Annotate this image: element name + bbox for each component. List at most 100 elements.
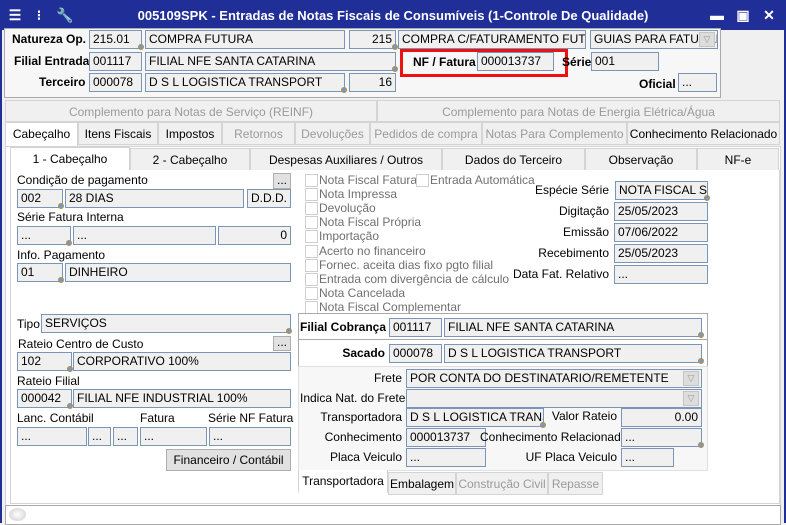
nf-fatura-field[interactable]: 000013737: [477, 52, 554, 71]
lanc-contabil-field-3[interactable]: ...: [113, 427, 138, 446]
emissao-field[interactable]: 07/06/2022: [614, 223, 708, 242]
tab-notas-complemento[interactable]: Notas Para Complemento: [482, 122, 627, 145]
filial-desc-field[interactable]: FILIAL NFE SANTA CATARINA: [145, 52, 396, 71]
lookup-icon[interactable]: [58, 277, 64, 283]
terceiro-num-field[interactable]: 16: [349, 73, 396, 92]
checkbox[interactable]: [305, 300, 318, 314]
tab-itens-fiscais[interactable]: Itens Fiscais: [78, 122, 158, 145]
conhecimento-relacionado-field[interactable]: ...: [621, 428, 702, 447]
checkbox[interactable]: [305, 286, 318, 300]
checkbox[interactable]: [305, 202, 318, 216]
tipo-field[interactable]: SERVIÇOS: [41, 314, 291, 333]
recebimento-field[interactable]: 25/05/2023: [614, 244, 708, 263]
tab-transportadora[interactable]: Transportadora: [298, 470, 388, 493]
checkbox[interactable]: [305, 230, 318, 244]
serie-fatura-num-field[interactable]: 0: [218, 226, 291, 245]
lookup-icon[interactable]: [138, 44, 144, 50]
info-pagamento-code-field[interactable]: 01: [17, 263, 63, 282]
uf-placa-field[interactable]: ...: [621, 448, 674, 467]
chevron-down-icon[interactable]: ▽: [683, 391, 699, 406]
natureza-combo[interactable]: GUIAS PARA FATURAI ▽: [590, 30, 718, 49]
filial-code-field[interactable]: 001117: [89, 52, 142, 71]
transportadora-field[interactable]: D S L LOGISTICA TRANSPOI: [406, 408, 544, 427]
lookup-icon[interactable]: [704, 195, 710, 201]
filial-cobranca-code-field[interactable]: 001117: [389, 318, 442, 337]
rateio-cc-button[interactable]: ...: [273, 336, 291, 351]
info-pagamento-label: Info. Pagamento: [17, 248, 106, 262]
tab-impostos[interactable]: Impostos: [158, 122, 222, 145]
chevron-down-icon[interactable]: ▽: [683, 371, 699, 386]
condicao-lookup-button[interactable]: ...: [273, 173, 291, 189]
entrada-automatica-checkbox[interactable]: [416, 174, 429, 187]
natureza-num-field[interactable]: 215: [349, 30, 396, 49]
lookup-icon[interactable]: [392, 66, 398, 72]
tab-retornos[interactable]: Retornos: [222, 122, 295, 145]
close-icon[interactable]: ✕: [760, 6, 778, 24]
natureza-desc2-field[interactable]: COMPRA C/FATURAMENTO FUTURO: [398, 30, 586, 49]
indica-frete-combo[interactable]: ▽: [406, 389, 702, 408]
checkbox[interactable]: [305, 216, 318, 230]
condicao-desc-field[interactable]: 28 DIAS: [65, 189, 244, 208]
tab-pedidos[interactable]: Pedidos de compra: [370, 122, 482, 145]
info-pagamento-desc-field[interactable]: DINHEIRO: [65, 263, 291, 282]
data-fat-field[interactable]: ...: [614, 265, 708, 284]
tab-complemento-reinf[interactable]: Complemento para Notas de Serviço (REINF…: [5, 100, 377, 122]
terceiro-code-field[interactable]: 000078: [89, 73, 142, 92]
filial-cobranca-desc-field[interactable]: FILIAL NFE SANTA CATARINA: [444, 318, 702, 337]
sacado-code-field[interactable]: 000078: [389, 344, 442, 363]
subtab-despesas[interactable]: Despesas Auxiliares / Outros: [250, 148, 442, 171]
serie-fatura-field[interactable]: ...: [17, 226, 71, 245]
subtab-1-cabecalho[interactable]: 1 - Cabeçalho: [10, 147, 130, 171]
subtab-nfe[interactable]: NF-e: [697, 148, 779, 171]
digitacao-field[interactable]: 25/05/2023: [614, 202, 708, 221]
lookup-icon[interactable]: [286, 328, 292, 334]
tab-cabecalho[interactable]: Cabeçalho: [5, 122, 78, 147]
checkbox[interactable]: [305, 174, 318, 187]
rateio-cc-code-field[interactable]: 102: [17, 352, 72, 371]
rateio-filial-desc-field[interactable]: FILIAL NFE INDUSTRIAL 100%: [73, 389, 291, 408]
natureza-desc-field[interactable]: COMPRA FUTURA: [145, 30, 345, 49]
tab-devolucoes[interactable]: Devoluções: [295, 122, 370, 145]
checkbox[interactable]: [305, 272, 318, 286]
checkbox[interactable]: [305, 258, 318, 272]
serie-nf-field[interactable]: ...: [209, 427, 291, 446]
condicao-type-field[interactable]: D.D.D.: [247, 189, 291, 208]
lookup-icon[interactable]: [341, 87, 347, 93]
checkbox[interactable]: [305, 188, 318, 202]
subtab-2-cabecalho[interactable]: 2 - Cabeçalho: [130, 148, 250, 171]
lookup-icon[interactable]: [698, 358, 704, 364]
lanc-contabil-field-2[interactable]: ...: [88, 427, 111, 446]
serie-field[interactable]: 001: [591, 52, 659, 71]
fatura-field[interactable]: ...: [140, 427, 207, 446]
rateio-filial-label: Rateio Filial: [17, 374, 80, 388]
lanc-contabil-field[interactable]: ...: [17, 427, 87, 446]
rateio-cc-desc-field[interactable]: CORPORATIVO 100%: [73, 352, 291, 371]
lookup-icon[interactable]: [66, 240, 72, 246]
conhecimento-field[interactable]: 000013737: [406, 428, 486, 447]
rateio-filial-code-field[interactable]: 000042: [17, 389, 72, 408]
tab-complemento-energia[interactable]: Complemento para Notas de Energia Elétri…: [377, 100, 780, 122]
frete-combo[interactable]: POR CONTA DO DESTINATARIO/REMETENTE ▽: [406, 369, 702, 388]
serie-fatura-desc-field[interactable]: ...: [73, 226, 216, 245]
placa-field[interactable]: ...: [406, 448, 486, 467]
terceiro-desc-field[interactable]: D S L LOGISTICA TRANSPORT: [145, 73, 345, 92]
condicao-code-field[interactable]: 002: [17, 189, 63, 208]
natureza-code-field[interactable]: 215.01: [89, 30, 142, 49]
especie-field[interactable]: NOTA FISCAL SER': [615, 181, 708, 200]
lookup-icon[interactable]: [698, 442, 704, 448]
subtab-dados-terceiro[interactable]: Dados do Terceiro: [442, 148, 585, 171]
chevron-down-icon[interactable]: ▽: [699, 32, 715, 47]
tab-repasse[interactable]: Repasse: [548, 472, 603, 495]
maximize-icon[interactable]: ▣: [734, 6, 752, 24]
subtab-observacao[interactable]: Observação: [585, 148, 697, 171]
oficial-field[interactable]: ...: [678, 73, 717, 92]
lookup-icon[interactable]: [698, 332, 704, 338]
tab-embalagem[interactable]: Embalagem: [388, 472, 456, 495]
checkbox[interactable]: [305, 244, 318, 258]
valor-rateio-field[interactable]: 0.00: [621, 408, 702, 427]
minimize-icon[interactable]: ▬: [708, 6, 726, 24]
tab-construcao-civil[interactable]: Construção Civil: [456, 472, 548, 495]
sacado-desc-field[interactable]: D S L LOGISTICA TRANSPORT: [444, 344, 702, 363]
financeiro-contabil-button[interactable]: Financeiro / Contábil: [166, 449, 291, 471]
tab-conhecimento-relacionado[interactable]: Conhecimento Relacionado: [627, 122, 780, 145]
